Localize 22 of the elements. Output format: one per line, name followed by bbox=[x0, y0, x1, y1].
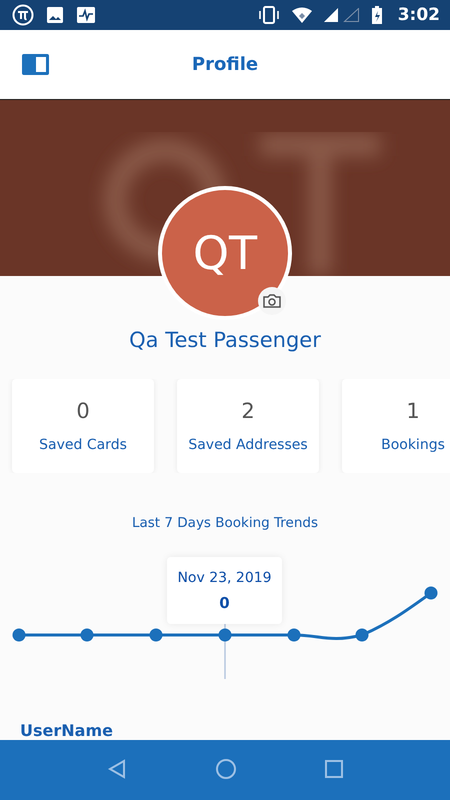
stat-card[interactable]: 2 Saved Addresses bbox=[177, 379, 319, 473]
battery-icon bbox=[372, 6, 382, 24]
stat-card[interactable]: 0 Saved Cards bbox=[12, 379, 154, 473]
page-title: Profile bbox=[192, 54, 258, 75]
cursor-line bbox=[224, 624, 226, 679]
image-icon bbox=[46, 6, 64, 24]
tooltip-date: Nov 23, 2019 bbox=[177, 570, 272, 586]
camera-icon[interactable] bbox=[258, 287, 286, 315]
vibrate-icon bbox=[258, 6, 280, 24]
back-icon[interactable] bbox=[107, 758, 127, 782]
wifi-icon bbox=[292, 7, 312, 23]
panel-toggle-icon[interactable] bbox=[22, 54, 49, 75]
pulse-icon bbox=[76, 6, 96, 24]
field-label: UserName bbox=[20, 721, 113, 740]
recents-icon[interactable] bbox=[325, 760, 343, 780]
status-time: 3:02 bbox=[398, 5, 440, 25]
user-name: Qa Test Passenger bbox=[128, 328, 322, 352]
chart-title: Last 7 Days Booking Trends bbox=[130, 515, 320, 531]
signal-icon bbox=[324, 8, 360, 22]
pi-icon bbox=[12, 4, 34, 26]
tooltip-value: 0 bbox=[219, 594, 230, 612]
stat-card[interactable]: 1 Bookings bbox=[342, 379, 450, 473]
